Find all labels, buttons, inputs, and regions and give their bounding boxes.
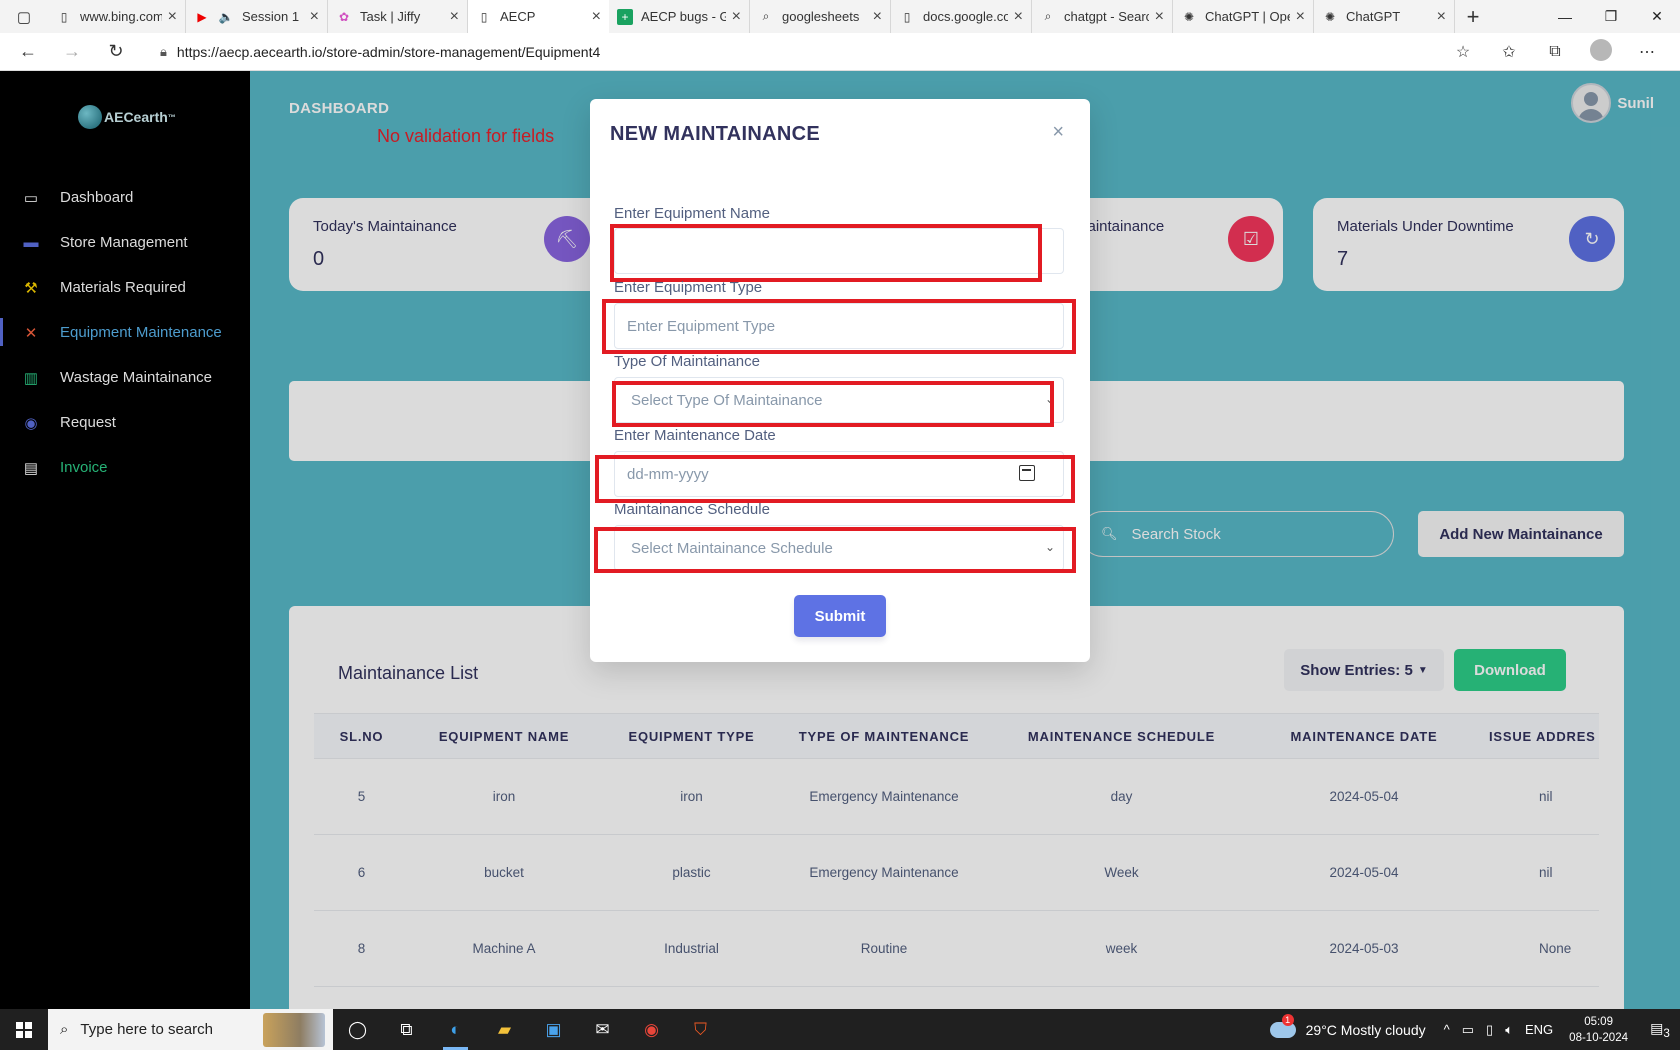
page-icon: ▯: [903, 9, 911, 24]
close-window-icon[interactable]: ✕: [1634, 0, 1680, 33]
edge-icon[interactable]: ◐: [431, 1009, 480, 1050]
maintenance-date-label: Enter Maintenance Date: [614, 427, 776, 444]
volume-icon[interactable]: 🔈︎: [1505, 1022, 1513, 1038]
brave-icon[interactable]: ⛉: [676, 1009, 725, 1050]
more-icon[interactable]: ⋯: [1624, 42, 1670, 62]
highlight-box: [595, 455, 1075, 503]
jiffy-icon: ✿: [338, 9, 350, 24]
browser-toolbar: ☆ ✩ ⧉ ⋯: [1440, 33, 1670, 71]
browser-tab[interactable]: ✿ Task | Jiffy ×: [328, 0, 468, 33]
page-icon: ▯: [480, 9, 488, 24]
url-field[interactable]: 🔒︎ https://aecp.aecearth.io/store-admin/…: [148, 37, 1483, 67]
favorites-icon[interactable]: ✩: [1486, 42, 1532, 62]
close-icon[interactable]: ×: [1052, 121, 1064, 144]
browser-tab[interactable]: ⌕ googlesheets ×: [750, 0, 891, 33]
search-highlight-image[interactable]: [263, 1013, 325, 1047]
maintainance-schedule-label: Maintainance Schedule: [614, 501, 770, 518]
restore-icon[interactable]: ❐: [1588, 0, 1634, 33]
windows-taskbar: ⌕ Type here to search ◯ ⧉ ◐ ▰ ▣ ✉ ◉ ⛉ 1 …: [0, 1009, 1680, 1050]
equipment-name-label: Enter Equipment Name: [614, 205, 770, 222]
weather-text[interactable]: 29°C Mostly cloudy: [1306, 1022, 1426, 1038]
chrome-icon[interactable]: ◉: [627, 1009, 676, 1050]
clock[interactable]: 05:09 08-10-2024: [1569, 1014, 1628, 1046]
refresh-icon[interactable]: ↻: [94, 41, 138, 62]
window-controls: — ❐ ✕: [1542, 0, 1680, 33]
taskbar-search-input[interactable]: ⌕ Type here to search: [48, 1009, 333, 1050]
close-tab-icon[interactable]: ×: [310, 8, 319, 26]
highlight-box: [602, 299, 1076, 354]
address-bar: ← → ↻ 🔒︎ https://aecp.aecearth.io/store-…: [0, 33, 1680, 71]
sheets-icon: +: [617, 8, 633, 25]
file-explorer-icon[interactable]: ▰: [480, 1009, 529, 1050]
close-tab-icon[interactable]: ×: [732, 8, 741, 26]
new-maintainance-modal: NEW MAINTAINANCE × Enter Equipment Name …: [590, 99, 1090, 662]
browser-tab[interactable]: ⌕ chatgpt - Search ×: [1032, 0, 1173, 33]
search-icon: ⌕: [60, 1021, 69, 1038]
windows-icon: [16, 1021, 32, 1038]
openai-icon: ✺: [1324, 9, 1336, 24]
close-tab-icon[interactable]: ×: [873, 8, 882, 26]
store-icon[interactable]: ▣: [529, 1009, 578, 1050]
search-icon: ⌕: [1044, 9, 1052, 23]
browser-tab-strip: ▢ ▯ www.bing.com × ▶ 🔈 Session 1 × ✿ Tas…: [0, 0, 1680, 33]
cortana-icon[interactable]: ◯: [333, 1009, 382, 1050]
browser-tab[interactable]: ▶ 🔈 Session 1 ×: [186, 0, 328, 33]
close-tab-icon[interactable]: ×: [1155, 8, 1164, 26]
add-favorite-icon[interactable]: ☆: [1440, 42, 1486, 62]
close-tab-icon[interactable]: ×: [1296, 8, 1305, 26]
back-icon[interactable]: ←: [6, 41, 50, 62]
system-tray: 1 29°C Mostly cloudy ^ ▭ ▯ 🔈︎ ENG 05:09 …: [1269, 1009, 1680, 1050]
new-tab-icon[interactable]: +: [1455, 4, 1491, 30]
profile-icon[interactable]: [1578, 38, 1624, 66]
notification-icon[interactable]: ▤3: [1640, 1020, 1680, 1040]
task-view-icon[interactable]: ⧉: [382, 1009, 431, 1050]
modal-title: NEW MAINTAINANCE: [610, 123, 820, 145]
browser-tab-active[interactable]: ▯ AECP ×: [468, 0, 609, 33]
chevron-up-icon[interactable]: ^: [1444, 1022, 1450, 1037]
submit-button[interactable]: Submit: [794, 595, 886, 637]
weather-icon[interactable]: 1: [1269, 1013, 1296, 1038]
speaker-icon[interactable]: 🔈: [218, 9, 234, 25]
browser-tab[interactable]: ✺ ChatGPT ×: [1314, 0, 1455, 33]
openai-icon: ✺: [1183, 9, 1195, 24]
battery-icon[interactable]: ▯: [1486, 1022, 1493, 1038]
youtube-icon: ▶: [197, 9, 207, 24]
close-tab-icon[interactable]: ×: [1437, 8, 1446, 26]
close-tab-icon[interactable]: ×: [168, 8, 177, 26]
browser-tab[interactable]: + AECP bugs - Google Sheets ×: [609, 0, 750, 33]
network-icon[interactable]: ▭: [1462, 1022, 1474, 1038]
browser-tab[interactable]: ▯ www.bing.com ×: [48, 0, 186, 33]
close-tab-icon[interactable]: ×: [450, 8, 459, 26]
equipment-type-label: Enter Equipment Type: [614, 279, 763, 296]
maintainance-type-label: Type Of Maintainance: [614, 353, 760, 370]
highlight-box: [610, 224, 1042, 282]
minimize-icon[interactable]: —: [1542, 0, 1588, 33]
browser-tab[interactable]: ▯ docs.google.com ×: [891, 0, 1032, 33]
forward-icon[interactable]: →: [50, 41, 94, 62]
highlight-box: [594, 527, 1076, 573]
page-icon: ▯: [60, 9, 68, 24]
collections-icon[interactable]: ⧉: [1532, 43, 1578, 61]
lock-icon[interactable]: 🔒︎: [160, 44, 167, 60]
mail-icon[interactable]: ✉: [578, 1009, 627, 1050]
highlight-box: [612, 381, 1054, 427]
language-indicator[interactable]: ENG: [1525, 1022, 1553, 1037]
browser-tab[interactable]: ✺ ChatGPT | OpenAI ×: [1173, 0, 1314, 33]
search-icon: ⌕: [762, 9, 770, 23]
tab-actions-icon[interactable]: ▢: [0, 0, 48, 33]
close-tab-icon[interactable]: ×: [1014, 8, 1023, 26]
close-tab-icon[interactable]: ×: [592, 8, 601, 26]
start-button[interactable]: [0, 1009, 48, 1050]
